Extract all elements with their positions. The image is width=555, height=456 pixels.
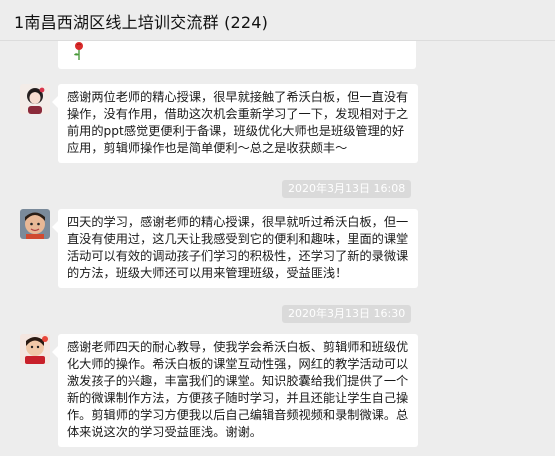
avatar[interactable]: [20, 84, 50, 114]
image-message[interactable]: [58, 41, 416, 69]
chat-title: 1南昌西湖区线上培训交流群 (224): [14, 13, 269, 32]
rose-emoji-icon: [74, 42, 83, 60]
avatar[interactable]: [20, 334, 50, 364]
timestamp: 2020年3月13日 16:08: [282, 180, 412, 198]
message-text: 四天的学习，感谢老师的精心授课，很早就听过希沃白板，但一直没有使用过，这几天让我…: [67, 215, 409, 280]
message-bubble[interactable]: 感谢两位老师的精心授课，很早就接触了希沃白板，但一直没有操作，没有作用，借助这次…: [52, 84, 418, 163]
message-bubble[interactable]: 感谢老师四天的耐心教导，使我学会希沃白板、剪辑师和班级优化大师的操作。希沃白板的…: [52, 334, 418, 447]
timestamp: 2020年3月13日 16:30: [282, 305, 412, 323]
chat-area[interactable]: 感谢两位老师的精心授课，很早就接触了希沃白板，但一直没有操作，没有作用，借助这次…: [0, 41, 555, 456]
message-text: 感谢两位老师的精心授课，很早就接触了希沃白板，但一直没有操作，没有作用，借助这次…: [67, 90, 409, 155]
avatar[interactable]: [20, 209, 50, 239]
chat-header: 1南昌西湖区线上培训交流群 (224): [0, 0, 555, 41]
message-bubble[interactable]: 四天的学习，感谢老师的精心授课，很早就听过希沃白板，但一直没有使用过，这几天让我…: [52, 209, 418, 288]
message-text: 感谢老师四天的耐心教导，使我学会希沃白板、剪辑师和班级优化大师的操作。希沃白板的…: [67, 340, 409, 439]
